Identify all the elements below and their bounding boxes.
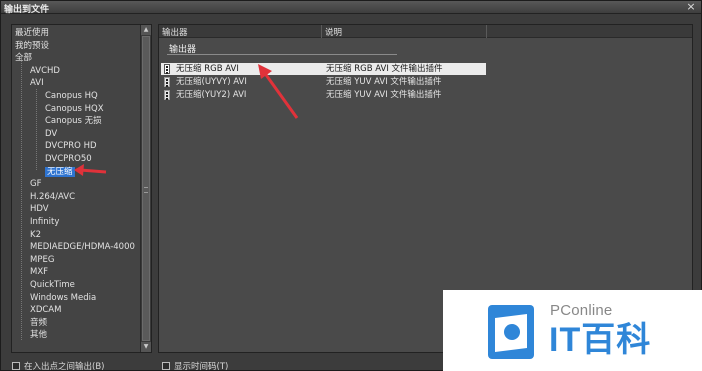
tree-item[interactable]: 其他 (30, 329, 47, 341)
tree-item-label: 音频 (30, 317, 48, 328)
title-bar: 输出到文件 × (1, 1, 701, 15)
tree-item-label: 其他 (30, 330, 48, 341)
tree-item-label: AVI (30, 78, 44, 89)
exporter-row[interactable]: 无压缩(YUY2) AVI 无压缩 YUV AVI 文件输出插件 (161, 89, 486, 101)
tree-item[interactable]: Canopus HQ (45, 90, 98, 102)
tree-item[interactable]: 无压缩 (45, 166, 75, 178)
tree-item[interactable]: QuickTime (30, 279, 75, 291)
tree-list: 最近使用我的预设全部 AVCHD AVI Canopus HQ Canopus HQX C… (12, 25, 140, 352)
tree-item[interactable]: Canopus HQX (45, 103, 104, 115)
tree-item-label: DV (45, 128, 58, 139)
tree-item[interactable]: 音频 (30, 317, 47, 329)
column-header-description[interactable]: 说明 (325, 26, 342, 38)
checkbox-label: 显示时间码(T) (174, 362, 229, 371)
tree-item[interactable]: K2 (30, 229, 41, 241)
scroll-thumb[interactable] (142, 36, 150, 341)
list-header: 输出器 说明 (159, 25, 692, 38)
tree-item-label: DVCPRO HD (45, 141, 97, 152)
exporter-name: 无压缩(UYVY) AVI (176, 77, 247, 87)
film-icon (164, 77, 170, 87)
tree-item-label: 最近使用 (15, 28, 50, 38)
tree-item[interactable]: HDV (30, 203, 49, 215)
show-timecode-checkbox[interactable]: 显示时间码(T) (162, 360, 228, 371)
tree-item[interactable]: DVCPRO50 (45, 153, 92, 165)
tree-item[interactable]: Windows Media (30, 292, 96, 304)
tree-item-label: AVCHD (30, 65, 60, 76)
tree-item[interactable]: DV (45, 128, 57, 140)
watermark-title: IT百科 (549, 321, 652, 359)
tree-item-label: DVCPRO50 (45, 154, 92, 164)
tree-item[interactable]: H.264/AVC (30, 191, 75, 203)
tree-item-label: H.264/AVC (30, 191, 76, 202)
export-between-in-out-checkbox[interactable]: 在入出点之间输出(B) (12, 360, 104, 371)
tree-item-label: Canopus 无损 (45, 116, 102, 127)
exporter-description: 无压缩 YUV AVI 文件输出插件 (326, 90, 442, 100)
close-button[interactable]: × (685, 1, 697, 13)
group-divider (167, 54, 397, 55)
tree-item-label: MPEG (30, 254, 55, 265)
tree-item-label: 我的预设 (15, 40, 50, 51)
tree-item[interactable]: 全部 (15, 52, 32, 64)
tree-item-label: MXF (30, 267, 49, 278)
tree-item[interactable]: AVI (30, 77, 44, 89)
tree-item-label: K2 (30, 229, 41, 240)
checkbox-label: 在入出点之间输出(B) (24, 362, 105, 371)
tree-item[interactable]: MPEG (30, 254, 54, 266)
film-icon (164, 64, 170, 74)
column-header-exporter[interactable]: 输出器 (162, 26, 188, 38)
film-icon (164, 90, 170, 100)
exporter-description: 无压缩 YUV AVI 文件输出插件 (326, 77, 442, 87)
column-separator[interactable] (321, 25, 322, 38)
tree-item-label: GF (30, 179, 42, 190)
tree-item[interactable]: 我的预设 (15, 40, 49, 52)
scroll-down-button[interactable]: ▼ (141, 342, 151, 352)
watermark-brand: PConline (550, 302, 613, 319)
exporter-name: 无压缩 RGB AVI (176, 64, 239, 74)
exporter-row[interactable]: 无压缩 RGB AVI 无压缩 RGB AVI 文件输出插件 (161, 63, 486, 75)
grip-icon (144, 187, 148, 193)
watermark: PConline IT百科 (443, 290, 702, 371)
tree-item[interactable]: Infinity (30, 216, 59, 228)
tree-item-label: 无压缩 (45, 166, 75, 177)
tree-item[interactable]: AVCHD (30, 65, 60, 77)
tree-item-label: Windows Media (30, 292, 97, 303)
exporter-description: 无压缩 RGB AVI 文件输出插件 (326, 64, 443, 74)
tree-item[interactable]: MXF (30, 266, 48, 278)
exporter-category-tree: 最近使用我的预设全部 AVCHD AVI Canopus HQ Canopus HQX C… (11, 24, 152, 353)
tree-item-label: Canopus HQX (45, 103, 104, 114)
tree-item-label: MEDIAEDGE/HDMA-4000 (30, 242, 135, 253)
checkbox-box[interactable] (162, 362, 170, 370)
tree-item[interactable]: XDCAM (30, 304, 61, 316)
tree-item-label: QuickTime (30, 280, 75, 290)
tree-item[interactable]: Canopus 无损 (45, 115, 102, 127)
tree-item[interactable]: 最近使用 (15, 27, 49, 39)
tree-item[interactable]: MEDIAEDGE/HDMA-4000 (30, 241, 135, 253)
tree-scrollbar[interactable]: ▲ ▼ (140, 25, 151, 352)
exporter-name: 无压缩(YUY2) AVI (176, 90, 247, 100)
pconline-logo-icon (488, 305, 534, 359)
tree-item-label: 全部 (15, 53, 33, 64)
scroll-up-button[interactable]: ▲ (141, 25, 151, 35)
column-separator[interactable] (486, 25, 487, 38)
tree-item[interactable]: DVCPRO HD (45, 140, 97, 152)
tree-item-label: Canopus HQ (45, 91, 98, 101)
window-title: 输出到文件 (4, 5, 50, 15)
tree-item-label: Infinity (30, 217, 60, 227)
checkbox-box[interactable] (12, 362, 20, 370)
tree-item[interactable]: GF (30, 178, 41, 190)
tree-item-label: XDCAM (30, 305, 62, 316)
tree-item-label: HDV (30, 204, 49, 215)
exporter-row[interactable]: 无压缩(UYVY) AVI 无压缩 YUV AVI 文件输出插件 (161, 76, 486, 88)
